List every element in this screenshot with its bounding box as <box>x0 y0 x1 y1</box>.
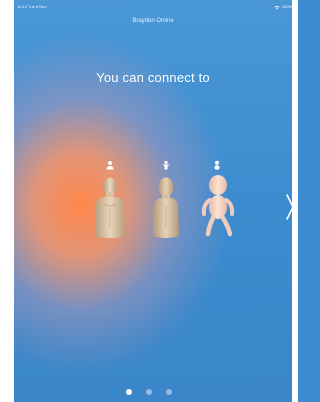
baby-manikin-figure <box>201 175 235 237</box>
adult-person-icon <box>106 161 114 170</box>
page-heading: You can connect to <box>96 70 210 85</box>
baby-manikin <box>200 160 236 242</box>
adult-manikin-figure <box>95 177 125 238</box>
child-manikin-figure <box>153 177 179 238</box>
battery-percentage: 100% <box>281 4 292 9</box>
status-bar: 10:14 Tue 8 Nov 100% <box>14 3 292 11</box>
onboarding-screen: 10:14 Tue 8 Nov 100% Brayden Online You … <box>0 0 298 402</box>
app-title: Brayden Online <box>132 18 174 24</box>
status-time-date: 10:14 Tue 8 Nov <box>17 4 47 9</box>
page-dot-3[interactable] <box>166 389 172 395</box>
page-dot-2[interactable] <box>146 389 152 395</box>
adult-manikin <box>93 160 127 240</box>
baby-person-icon <box>214 160 220 170</box>
screen-frame <box>0 0 298 402</box>
chevron-right-icon <box>286 194 294 220</box>
child-person-icon <box>162 160 170 170</box>
status-right-group: 100% <box>274 3 292 11</box>
page-dot-1[interactable] <box>126 389 132 395</box>
next-button[interactable] <box>282 190 298 224</box>
wifi-icon <box>274 5 280 9</box>
child-manikin <box>150 160 182 240</box>
page-indicator <box>0 387 298 397</box>
